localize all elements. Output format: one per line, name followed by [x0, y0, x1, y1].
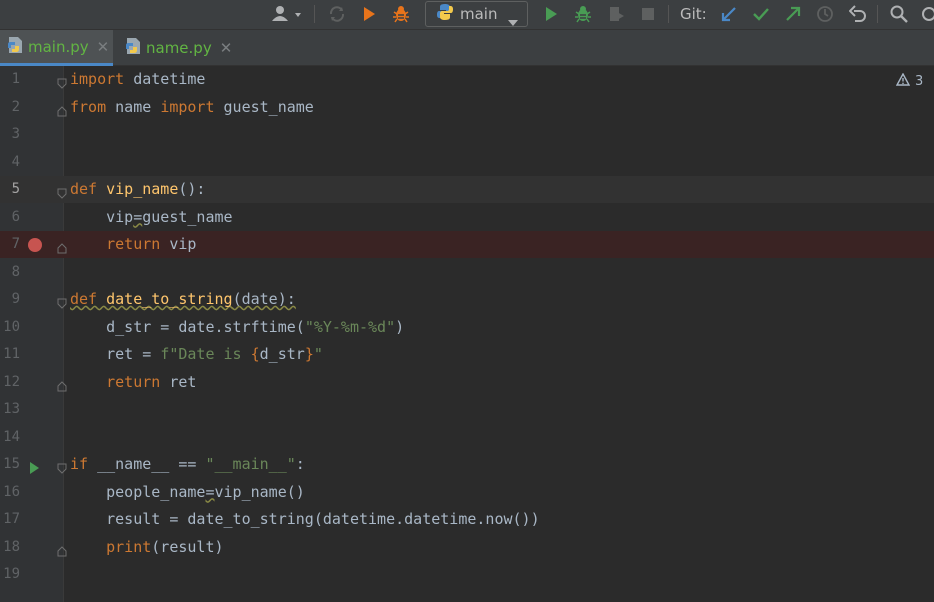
code-line[interactable]: 6 vip=guest_name: [0, 204, 934, 231]
run-configuration-select[interactable]: main: [425, 1, 528, 27]
sync-icon[interactable]: [326, 3, 348, 25]
stop-icon[interactable]: [637, 3, 659, 25]
code-line[interactable]: 4: [0, 149, 934, 176]
user-icon[interactable]: [270, 3, 306, 25]
line-number: 10: [3, 318, 20, 335]
line-number: 16: [3, 483, 20, 500]
debug-green-icon[interactable]: [572, 3, 594, 25]
code-text: from name import guest_name: [70, 97, 314, 116]
line-number: 3: [11, 126, 20, 142]
git-commit-icon[interactable]: [750, 3, 772, 25]
code-text: vip=guest_name: [70, 207, 233, 226]
toolbar-separator: [314, 5, 315, 23]
code-text: print(result): [106, 537, 224, 556]
code-line-current[interactable]: 5 def vip_name():: [0, 176, 934, 203]
line-number: 13: [3, 401, 20, 417]
code-text: def date_to_string(date):: [70, 290, 296, 308]
code-line[interactable]: 12 return ret: [0, 369, 934, 396]
toolbar-separator: [877, 5, 878, 23]
python-file-icon: [124, 37, 142, 59]
line-number: 15: [3, 456, 20, 472]
code-line[interactable]: 2 from name import guest_name: [0, 94, 934, 121]
line-number: 1: [11, 71, 20, 87]
code-line[interactable]: 14: [0, 424, 934, 451]
line-number: 12: [3, 373, 20, 390]
code-line[interactable]: 16 people_name=vip_name(): [0, 479, 934, 506]
fold-marker-icon[interactable]: [57, 377, 67, 396]
fold-marker-icon[interactable]: [57, 184, 67, 203]
git-label: Git:: [680, 5, 707, 23]
code-text: result = date_to_string(datetime.datetim…: [70, 510, 540, 528]
line-number: 18: [3, 538, 20, 555]
tab-name-py-label: name.py: [146, 39, 212, 57]
python-file-icon: [6, 36, 24, 58]
code-line[interactable]: 9 def date_to_string(date):: [0, 286, 934, 313]
line-number: 7: [11, 236, 20, 252]
code-text: people_name=vip_name(): [70, 482, 305, 501]
code-text: import datetime: [70, 70, 206, 88]
fold-marker-icon[interactable]: [57, 459, 67, 478]
code-text: return ret: [106, 372, 197, 391]
run-icon[interactable]: [358, 3, 380, 25]
run-gutter-icon[interactable]: [29, 459, 40, 478]
python-icon: [436, 3, 454, 25]
code-text: return vip: [106, 235, 197, 253]
line-number: 14: [3, 428, 20, 445]
code-line[interactable]: 18 print(result): [0, 534, 934, 561]
code-text: if __name__ == "__main__":: [70, 455, 305, 473]
line-number: 17: [3, 511, 20, 527]
fold-marker-icon[interactable]: [57, 102, 67, 121]
code-line[interactable]: 13: [0, 396, 934, 423]
git-update-icon[interactable]: [718, 3, 740, 25]
debug-icon[interactable]: [390, 3, 412, 25]
editor-tab-bar: main.py ✕ name.py ✕: [0, 30, 934, 66]
history-icon[interactable]: [814, 3, 836, 25]
line-number: 6: [11, 208, 20, 225]
code-line[interactable]: 10 d_str = date.strftime("%Y-%m-%d"): [0, 314, 934, 341]
line-number: 9: [11, 291, 20, 307]
fold-marker-icon[interactable]: [57, 74, 67, 93]
close-icon[interactable]: ✕: [220, 39, 233, 57]
main-toolbar: main Git:: [0, 0, 934, 30]
fold-marker-icon[interactable]: [57, 294, 67, 313]
code-line[interactable]: 11 ret = f"Date is {d_str}": [0, 341, 934, 368]
warning-count: 3: [915, 74, 924, 89]
line-number: 5: [11, 181, 20, 197]
code-text: def vip_name():: [70, 180, 206, 198]
code-text: d_str = date.strftime("%Y-%m-%d"): [70, 317, 405, 336]
line-number: 11: [3, 346, 20, 362]
code-editor[interactable]: 1 import datetime 2 from name import gue…: [0, 66, 934, 602]
line-number: 8: [11, 263, 20, 280]
code-line[interactable]: 8: [0, 259, 934, 286]
rollback-icon[interactable]: [847, 3, 869, 25]
tab-name-py[interactable]: name.py ✕: [118, 30, 236, 66]
fold-marker-icon[interactable]: [57, 542, 67, 561]
chevron-down-icon: [508, 11, 518, 30]
tab-main-py[interactable]: main.py ✕: [0, 30, 113, 66]
settings-icon[interactable]: [916, 3, 934, 25]
git-push-icon[interactable]: [782, 3, 804, 25]
close-icon[interactable]: ✕: [97, 38, 110, 56]
search-icon[interactable]: [888, 3, 910, 25]
code-line[interactable]: 17 result = date_to_string(datetime.date…: [0, 506, 934, 533]
inspection-warnings-indicator[interactable]: 3: [895, 72, 924, 90]
run-configuration-label: main: [460, 5, 498, 23]
code-line[interactable]: 19: [0, 561, 934, 588]
code-text: ret = f"Date is {d_str}": [70, 345, 323, 363]
line-number: 4: [11, 153, 20, 170]
toolbar-separator: [668, 5, 669, 23]
warning-icon: [895, 72, 911, 90]
tab-main-py-label: main.py: [28, 37, 89, 56]
line-number: 19: [3, 566, 20, 582]
code-line[interactable]: 15 if __name__ == "__main__":: [0, 451, 934, 478]
run-green-icon[interactable]: [540, 3, 562, 25]
fold-marker-icon[interactable]: [57, 239, 67, 258]
code-line[interactable]: 1 import datetime: [0, 66, 934, 93]
coverage-icon[interactable]: [605, 3, 627, 25]
code-line-breakpoint[interactable]: 7 return vip: [0, 231, 934, 258]
line-number: 2: [11, 98, 20, 115]
breakpoint-icon[interactable]: [28, 238, 42, 252]
code-line[interactable]: 3: [0, 121, 934, 148]
